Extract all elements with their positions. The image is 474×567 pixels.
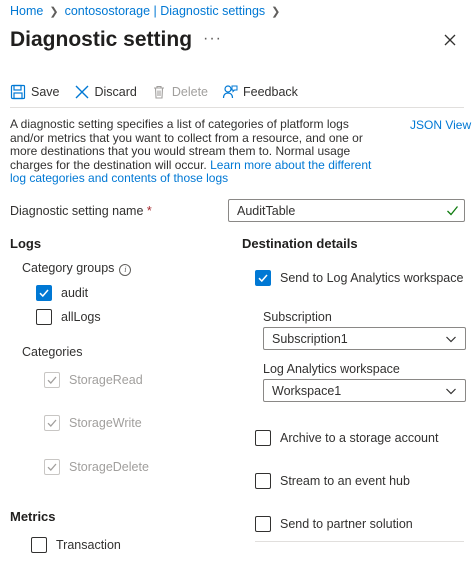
chevron-right-icon: ❯ (49, 5, 59, 18)
workspace-label: Log Analytics workspace (263, 362, 400, 376)
checkbox-box[interactable] (36, 309, 52, 325)
toolbar-divider (10, 107, 464, 108)
checkbox-storageread-label: StorageRead (69, 373, 143, 387)
checkbox-box[interactable] (255, 430, 271, 446)
category-groups-label-text: Category groups (22, 261, 115, 275)
discard-button[interactable]: Discard (74, 84, 137, 100)
checkbox-transaction[interactable]: Transaction (31, 537, 121, 553)
checkbox-audit-label: audit (61, 286, 89, 300)
checkbox-log-analytics[interactable]: Send to Log Analytics workspace (255, 270, 463, 286)
checkbox-box (44, 459, 60, 475)
checkbox-event-hub-label: Stream to an event hub (280, 474, 410, 488)
checkmark-icon (47, 376, 57, 384)
trash-icon (153, 85, 164, 99)
metrics-heading: Metrics (10, 509, 56, 524)
save-icon (10, 84, 26, 100)
checkbox-box[interactable] (255, 473, 271, 489)
description: A diagnostic setting specifies a list of… (10, 117, 380, 186)
chevron-down-icon (446, 336, 456, 342)
discard-label: Discard (94, 85, 137, 99)
delete-button[interactable]: Delete (151, 84, 208, 100)
checkbox-box (44, 372, 60, 388)
checkbox-partner[interactable]: Send to partner solution (255, 516, 413, 532)
checkbox-partner-label: Send to partner solution (280, 517, 413, 531)
checkbox-audit[interactable]: audit (36, 285, 88, 301)
valid-check-icon (447, 206, 459, 216)
save-button[interactable]: Save (10, 84, 60, 100)
checkbox-archive[interactable]: Archive to a storage account (255, 430, 438, 446)
json-view-link[interactable]: JSON View (410, 118, 471, 132)
breadcrumb-diagnostic-settings-link[interactable]: contosostorage | Diagnostic settings (65, 4, 266, 18)
more-options-icon[interactable]: ··· (203, 30, 222, 48)
checkbox-box[interactable] (255, 516, 271, 532)
setting-name-input[interactable] (228, 199, 465, 222)
chevron-right-icon: ❯ (271, 5, 281, 18)
workspace-value: Workspace1 (272, 383, 342, 398)
feedback-label: Feedback (243, 85, 298, 99)
feedback-icon (222, 85, 238, 99)
subscription-value: Subscription1 (272, 331, 348, 346)
checkbox-storagewrite: StorageWrite (44, 415, 142, 431)
categories-label: Categories (22, 345, 83, 359)
breadcrumb: Home ❯ contosostorage | Diagnostic setti… (10, 4, 280, 18)
info-icon[interactable]: i (119, 264, 132, 276)
checkmark-icon (258, 274, 268, 283)
logs-heading: Logs (10, 236, 42, 251)
setting-name-label: Diagnostic setting name * (10, 204, 152, 218)
subscription-label: Subscription (263, 310, 332, 324)
subscription-select[interactable]: Subscription1 (263, 327, 466, 350)
checkbox-log-analytics-label: Send to Log Analytics workspace (280, 271, 464, 285)
category-groups-label: Category groups i (22, 261, 132, 276)
setting-name-label-text: Diagnostic setting name (10, 204, 144, 218)
chevron-down-icon (446, 388, 456, 394)
checkbox-alllogs[interactable]: allLogs (36, 309, 101, 325)
destination-heading: Destination details (242, 236, 358, 251)
checkbox-storagewrite-label: StorageWrite (69, 416, 142, 430)
checkbox-alllogs-label: allLogs (61, 310, 101, 324)
checkmark-icon (39, 289, 49, 298)
checkbox-event-hub[interactable]: Stream to an event hub (255, 473, 410, 489)
checkbox-box[interactable] (31, 537, 47, 553)
checkbox-box (44, 415, 60, 431)
checkbox-storageread: StorageRead (44, 372, 143, 388)
checkbox-box[interactable] (36, 285, 52, 301)
required-marker: * (146, 204, 152, 218)
checkbox-transaction-label: Transaction (56, 538, 121, 552)
delete-label: Delete (171, 85, 209, 99)
discard-icon (75, 85, 88, 99)
destination-divider (255, 541, 464, 542)
breadcrumb-home-link[interactable]: Home (10, 4, 43, 18)
checkbox-box[interactable] (255, 270, 271, 286)
checkmark-icon (47, 463, 57, 471)
close-icon[interactable] (440, 30, 460, 50)
checkbox-archive-label: Archive to a storage account (280, 431, 439, 445)
checkbox-storagedelete: StorageDelete (44, 459, 149, 475)
save-label: Save (31, 85, 60, 99)
checkmark-icon (47, 419, 57, 427)
checkbox-storagedelete-label: StorageDelete (69, 460, 149, 474)
feedback-button[interactable]: Feedback (222, 84, 298, 100)
page-title: Diagnostic setting (10, 28, 193, 51)
workspace-select[interactable]: Workspace1 (263, 379, 466, 402)
toolbar: Save Discard Delete Feedback (10, 82, 298, 102)
